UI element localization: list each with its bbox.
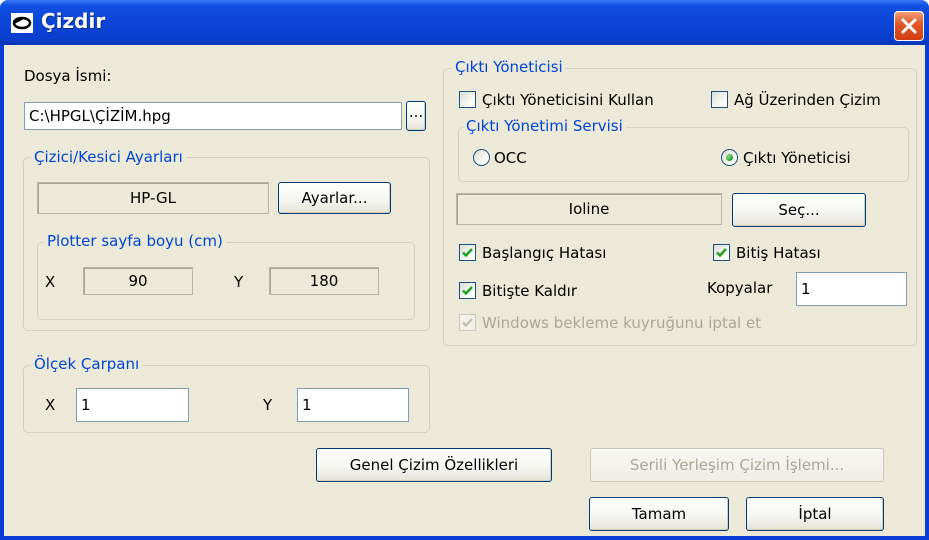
scale-factor-title: Ölçek Çarpanı <box>31 355 143 373</box>
output-manager-title: Çıktı Yöneticisi <box>452 58 566 76</box>
network-plot-checkbox[interactable] <box>711 91 728 108</box>
radio-occ-label[interactable]: OCC <box>494 149 527 167</box>
window-frame-bottom <box>0 536 929 540</box>
network-plot-label[interactable]: Ağ Üzerinden Çizim <box>734 91 881 109</box>
radio-output-manager-label[interactable]: Çıktı Yöneticisi <box>743 149 851 167</box>
scale-y-label: Y <box>263 396 273 414</box>
check-icon <box>462 318 473 328</box>
serial-layout-button[interactable]: Serili Yerleşim Çizim İşlemi... <box>590 448 884 482</box>
check-icon <box>462 248 473 258</box>
lift-at-end-label[interactable]: Bitişte Kaldır <box>482 282 577 300</box>
use-manager-label[interactable]: Çıktı Yöneticisini Kullan <box>482 91 654 109</box>
ok-button[interactable]: Tamam <box>589 497 729 531</box>
page-size-y-value: 180 <box>269 267 379 295</box>
close-icon <box>901 18 917 34</box>
file-name-input[interactable]: C:\HPGL\ÇİZİM.hpg <box>24 102 402 130</box>
page-size-x-value: 90 <box>83 267 193 295</box>
copies-label: Kopyalar <box>707 279 773 297</box>
browse-button[interactable]: ... <box>406 101 426 131</box>
cancel-queue-checkbox[interactable] <box>459 314 476 331</box>
start-error-label[interactable]: Başlangıç Hatası <box>482 244 606 262</box>
window-frame-right <box>925 45 929 540</box>
page-size-y-label: Y <box>234 273 244 291</box>
start-error-checkbox[interactable] <box>459 244 476 261</box>
check-icon <box>716 248 727 258</box>
page-size-title: Plotter sayfa boyu (cm) <box>44 232 226 250</box>
radio-selected-dot <box>726 154 733 161</box>
check-icon <box>462 286 473 296</box>
file-name-label: Dosya İsmi: <box>24 67 112 85</box>
scale-x-input[interactable]: 1 <box>76 388 189 422</box>
plotter-format-display: HP-GL <box>37 182 269 214</box>
page-size-x-label: X <box>45 273 56 291</box>
service-title: Çıktı Yönetimi Servisi <box>463 117 626 135</box>
window-title: Çizdir <box>41 9 106 33</box>
scale-x-label: X <box>45 396 56 414</box>
cancel-queue-label[interactable]: Windows bekleme kuyruğunu iptal et <box>482 314 761 332</box>
scale-y-input[interactable]: 1 <box>297 388 409 422</box>
general-plot-properties-button[interactable]: Genel Çizim Özellikleri <box>316 448 552 482</box>
dialog-window: Çizdir Dosya İsmi: C:\HPGL\ÇİZİM.hpg ...… <box>0 0 929 540</box>
select-device-button[interactable]: Seç... <box>732 193 866 227</box>
output-device-display: Ioline <box>456 193 722 225</box>
radio-output-manager[interactable] <box>721 149 738 166</box>
close-button[interactable] <box>894 11 924 41</box>
cancel-button[interactable]: İptal <box>746 497 884 531</box>
lift-at-end-checkbox[interactable] <box>459 282 476 299</box>
use-manager-checkbox[interactable] <box>459 91 476 108</box>
end-error-checkbox[interactable] <box>713 244 730 261</box>
title-bar[interactable]: Çizdir <box>0 0 929 45</box>
copies-input[interactable]: 1 <box>796 272 907 306</box>
end-error-label[interactable]: Bitiş Hatası <box>736 244 821 262</box>
settings-button[interactable]: Ayarlar... <box>278 182 391 214</box>
app-icon <box>11 13 33 33</box>
dialog-client-area: Dosya İsmi: C:\HPGL\ÇİZİM.hpg ... Çizici… <box>4 45 925 536</box>
plotter-settings-title: Çizici/Kesici Ayarları <box>31 148 186 166</box>
radio-occ[interactable] <box>473 149 490 166</box>
